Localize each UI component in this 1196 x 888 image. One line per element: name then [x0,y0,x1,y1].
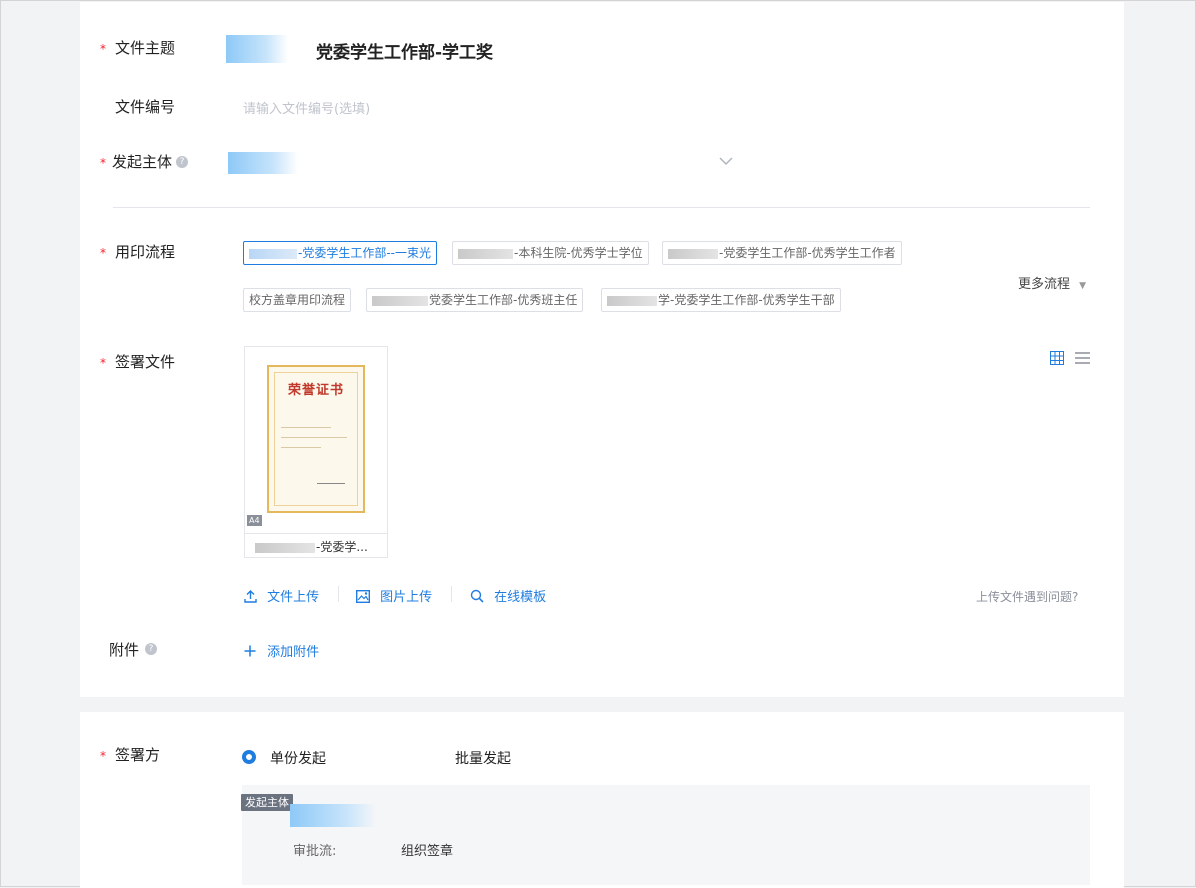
initiator-select[interactable] [228,152,298,174]
required-mark: * [100,246,106,260]
file-number-label: 文件编号 [115,98,176,116]
required-mark: * [100,749,106,763]
required-mark: * [100,156,106,170]
subject-label: 文件主题 [115,39,176,57]
section-divider [113,207,1090,208]
approval-value[interactable]: 组织签章 [401,840,453,859]
file-thumbnail[interactable]: 荣誉证书 A4 -党委学... [244,346,388,558]
paper-size-badge: A4 [247,515,262,526]
process-tag[interactable]: 校方盖章用印流程 [243,288,352,312]
upload-help-link[interactable]: 上传文件遇到问题? [976,588,1078,605]
certificate-title: 荣誉证书 [287,383,344,398]
process-tag[interactable]: -党委学生工作部--一束光 [243,241,437,265]
single-radio[interactable] [242,750,256,764]
process-label: 用印流程 [115,243,176,261]
initiator-badge: 发起主体 [241,794,293,811]
attachment-label: 附件 [109,641,140,659]
approval-label: 审批流: [293,844,337,859]
required-mark: * [100,42,106,56]
online-template-button[interactable]: 在线模板 [470,586,546,605]
upload-file-button[interactable]: 文件上传 [244,586,319,605]
subject-input[interactable]: 党委学生工作部-学工奖 [316,38,493,63]
help-icon[interactable]: ? [176,156,188,168]
certificate-preview: 荣誉证书 [267,365,365,513]
template-search-icon [470,589,484,603]
subject-prefix-redacted [226,35,288,63]
signers-label: 签署方 [115,746,161,764]
process-tag[interactable]: 学-党委学生工作部-优秀学生干部 [601,288,841,312]
batch-option-label[interactable]: 批量发起 [455,748,511,768]
process-tag[interactable]: -党委学生工作部-优秀学生工作者 [662,241,902,265]
upload-image-button[interactable]: 图片上传 [355,586,432,605]
grid-view-icon[interactable] [1050,351,1064,365]
plus-icon [244,645,256,657]
more-process-label: 更多流程 [1018,277,1071,292]
more-process-dropdown[interactable]: 更多流程 ▼ [1018,273,1086,292]
sign-files-label: 签署文件 [115,353,176,371]
list-view-icon[interactable] [1075,351,1090,365]
single-option-label[interactable]: 单份发起 [270,748,326,768]
file-number-input[interactable]: 请输入文件编号(选填) [243,98,370,117]
initiator-label: 发起主体 [112,153,173,171]
add-attachment-button[interactable]: 添加附件 [244,641,319,660]
upload-icon [244,590,257,603]
required-mark: * [100,356,106,370]
process-tag[interactable]: 党委学生工作部-优秀班主任 [366,288,584,312]
image-icon [355,589,371,604]
process-tag[interactable]: -本科生院-优秀学士学位 [452,241,649,265]
form-card [80,2,1124,697]
file-name: -党委学... [245,533,387,560]
signer-name-redacted [290,804,376,827]
action-separator [338,586,339,602]
help-icon[interactable]: ? [145,643,157,655]
caret-down-icon: ▼ [1079,281,1087,291]
chevron-down-icon[interactable] [719,156,733,166]
action-separator [451,586,452,602]
signer-panel [242,785,1090,885]
